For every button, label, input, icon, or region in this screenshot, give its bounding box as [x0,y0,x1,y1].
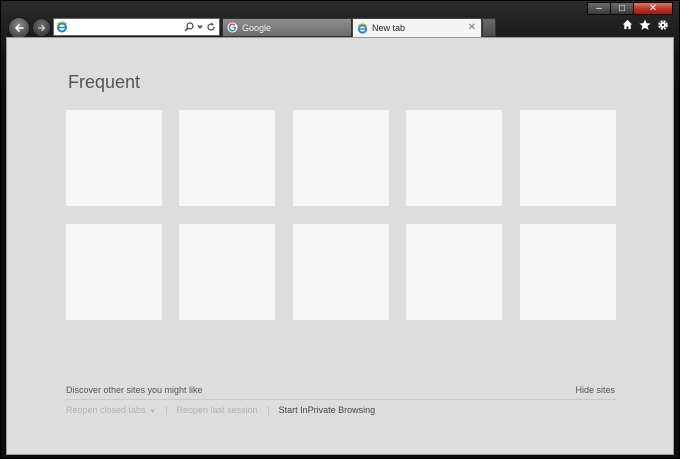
hide-sites-link[interactable]: Hide sites [575,385,615,395]
discover-sites-link[interactable]: Discover other sites you might like [66,385,203,395]
frequent-site-tile[interactable] [520,224,616,320]
divider [66,399,616,400]
tab-google[interactable]: Google [222,18,352,37]
link-separator [165,405,167,415]
frequent-site-tile[interactable] [179,224,275,320]
search-icon [184,22,194,32]
ie-logo-icon [56,21,68,33]
tab-strip: Google New tab ✕ [222,18,496,37]
address-dropdown-button[interactable] [197,24,203,30]
link-separator [267,405,269,415]
close-tab-icon[interactable]: ✕ [468,22,476,33]
page-title: Frequent [68,72,141,92]
start-inprivate-link[interactable]: Start InPrivate Browsing [279,405,376,415]
session-links: Reopen closed tabs ▼ Reopen last session … [66,405,375,415]
settings-gear-icon [658,20,668,30]
frequent-site-tile[interactable] [66,110,162,206]
window-controls: – □ ✕ [587,2,673,15]
dropdown-icon [197,25,203,29]
google-g-icon [227,22,238,33]
frequent-site-tile[interactable] [66,224,162,320]
forward-button[interactable] [32,18,51,37]
new-tab-button[interactable] [482,18,496,37]
favorites-button[interactable] [639,19,651,31]
reopen-last-session-link[interactable]: Reopen last session [177,405,258,415]
new-tab-page: Frequent Discover other sites you might … [6,37,674,455]
reopen-closed-tabs-label: Reopen closed tabs [66,405,146,415]
tab-new-tab[interactable]: New tab ✕ [352,18,482,37]
chevron-down-icon: ▼ [149,409,156,415]
favorites-star-icon [639,19,651,30]
home-icon [622,19,633,30]
forward-arrow-icon [37,24,45,31]
frequent-site-tile[interactable] [293,224,389,320]
frequent-site-tile[interactable] [520,110,616,206]
address-tools [184,22,219,32]
frequent-site-tile[interactable] [406,110,502,206]
command-icons [622,19,669,31]
minimize-button[interactable]: – [587,2,611,15]
browser-window: – □ ✕ Google New tab ✕ Frequent Discover… [0,0,680,459]
frequent-site-tile[interactable] [406,224,502,320]
ie-logo-icon [357,22,368,34]
refresh-button[interactable] [206,22,216,32]
refresh-icon [207,22,215,31]
home-button[interactable] [622,19,633,31]
search-button[interactable] [184,22,194,32]
address-bar[interactable] [53,18,220,36]
maximize-button[interactable]: □ [610,2,634,15]
frequent-site-tile[interactable] [179,110,275,206]
address-input[interactable] [68,20,184,34]
reopen-closed-tabs-link[interactable]: Reopen closed tabs ▼ [66,405,156,415]
frequent-site-tile[interactable] [293,110,389,206]
tab-label: Google [242,22,272,33]
back-button[interactable] [8,17,30,39]
settings-button[interactable] [657,19,669,31]
tab-label: New tab [372,23,406,33]
close-window-button[interactable]: ✕ [633,2,673,15]
back-arrow-icon [15,24,24,32]
